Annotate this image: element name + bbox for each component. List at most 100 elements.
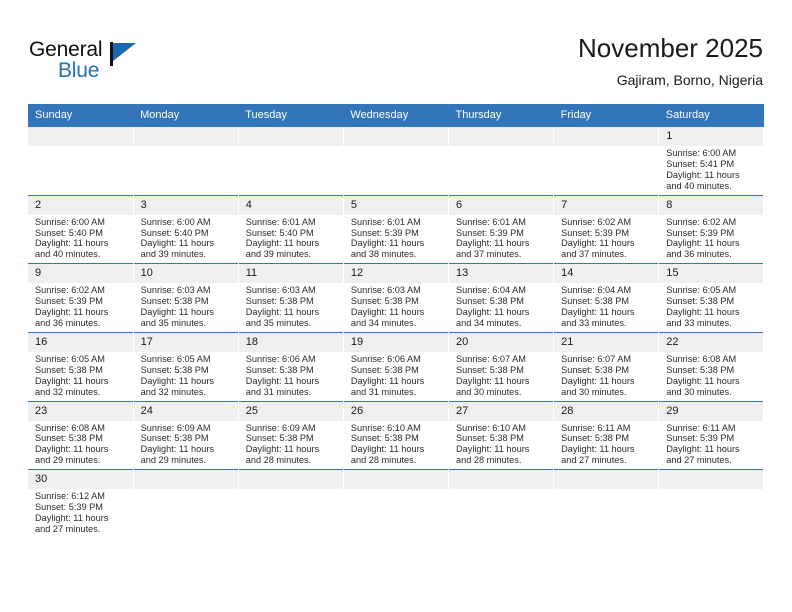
sunset-text: Sunset: 5:38 PM — [140, 433, 209, 444]
sunset-text: Sunset: 5:38 PM — [456, 433, 524, 444]
calendar-day-cell[interactable]: 30 Sunrise: 6:12 AM Sunset: 5:39 PM Dayligh… — [28, 469, 134, 538]
day-sun-info: Sunrise: 6:07 AM Sunset: 5:38 PM Daylight:… — [554, 352, 658, 401]
sunrise-text: Sunrise: 6:10 AM — [350, 422, 421, 433]
calendar-day-cell[interactable]: 28 Sunrise: 6:11 AM Sunset: 5:38 PM Dayligh… — [553, 400, 660, 470]
sunrise-text: Sunrise: 6:07 AM — [561, 353, 632, 364]
calendar-day-cell[interactable]: 16 Sunrise: 6:05 AM Sunset: 5:38 PM Dayligh… — [28, 331, 134, 401]
day-number: 7 — [554, 195, 659, 215]
weekday-header-sunday: Sunday — [28, 104, 134, 127]
sunrise-text: Sunrise: 6:02 AM — [35, 285, 105, 296]
calendar-day-cell[interactable]: 7 Sunrise: 6:02 AM Sunset: 5:39 PM Daylight… — [553, 194, 660, 264]
daylight-text-line1: Daylight: 11 hours — [35, 512, 109, 523]
calendar-day-cell[interactable]: 6 Sunrise: 6:01 AM Sunset: 5:39 PM Daylight… — [448, 194, 555, 264]
calendar-day-cell[interactable]: 4 Sunrise: 6:01 AM Sunset: 5:40 PM Daylight… — [238, 194, 344, 264]
calendar-day-cell[interactable]: 29 Sunrise: 6:11 AM Sunset: 5:39 PM Dayligh… — [658, 400, 765, 470]
sunset-text: Sunset: 5:39 PM — [35, 296, 103, 307]
day-number — [238, 127, 343, 146]
calendar-day-cell[interactable]: 19 Sunrise: 6:06 AM Sunset: 5:38 PM Dayligh… — [343, 331, 450, 401]
calendar-day-cell[interactable]: 21 Sunrise: 6:07 AM Sunset: 5:38 PM Dayligh… — [553, 331, 660, 401]
sunrise-text: Sunrise: 6:03 AM — [245, 285, 316, 296]
calendar-day-cell-empty — [343, 127, 450, 196]
day-sun-info: Sunrise: 6:05 AM Sunset: 5:38 PM Daylight:… — [134, 352, 238, 401]
calendar-day-cell[interactable]: 15 Sunrise: 6:05 AM Sunset: 5:38 PM Dayligh… — [658, 263, 765, 333]
sunrise-text: Sunrise: 6:05 AM — [35, 353, 105, 364]
calendar-day-cell[interactable]: 25 Sunrise: 6:09 AM Sunset: 5:38 PM Dayligh… — [238, 400, 344, 470]
day-sun-info: Sunrise: 6:03 AM Sunset: 5:38 PM Daylight:… — [344, 283, 448, 332]
weekday-header-row: Sunday Monday Tuesday Wednesday Thursday… — [28, 104, 764, 127]
calendar-day-cell[interactable]: 5 Sunrise: 6:01 AM Sunset: 5:39 PM Daylight… — [343, 194, 450, 264]
calendar-day-cell-empty — [553, 127, 660, 196]
calendar-day-cell[interactable]: 14 Sunrise: 6:04 AM Sunset: 5:38 PM Dayligh… — [553, 263, 660, 333]
daylight-text-line1: Daylight: 11 hours — [666, 238, 740, 249]
day-number: 29 — [659, 401, 764, 421]
calendar-day-cell[interactable]: 11 Sunrise: 6:03 AM Sunset: 5:38 PM Dayligh… — [238, 263, 344, 333]
calendar-day-cell[interactable]: 3 Sunrise: 6:00 AM Sunset: 5:40 PM Daylight… — [133, 194, 239, 264]
daylight-text-line2: and 28 minutes. — [350, 455, 417, 466]
calendar-day-cell-empty — [238, 127, 344, 196]
daylight-text-line2: and 31 minutes. — [245, 386, 312, 397]
daylight-text-line2: and 32 minutes. — [140, 386, 207, 397]
calendar-day-cell-empty — [553, 469, 660, 538]
day-number: 27 — [449, 401, 554, 421]
day-number: 10 — [133, 264, 238, 284]
day-sun-info: Sunrise: 6:01 AM Sunset: 5:39 PM Daylight:… — [449, 215, 553, 264]
day-number: 12 — [343, 264, 448, 284]
day-number — [554, 470, 659, 490]
sunrise-text: Sunrise: 6:01 AM — [350, 216, 421, 227]
calendar-day-cell[interactable]: 12 Sunrise: 6:03 AM Sunset: 5:38 PM Dayligh… — [343, 263, 450, 333]
calendar-day-cell[interactable]: 10 Sunrise: 6:03 AM Sunset: 5:38 PM Dayligh… — [133, 263, 239, 333]
page-title: November 2025 — [578, 33, 763, 63]
sunrise-text: Sunrise: 6:05 AM — [666, 285, 737, 296]
calendar-day-cell[interactable]: 22 Sunrise: 6:08 AM Sunset: 5:38 PM Dayligh… — [658, 331, 765, 401]
calendar-day-cell[interactable]: 23 Sunrise: 6:08 AM Sunset: 5:38 PM Dayligh… — [28, 400, 134, 470]
sunset-text: Sunset: 5:38 PM — [140, 296, 209, 307]
calendar-day-cell[interactable]: 1 Sunrise: 6:00 AM Sunset: 5:41 PM Daylight… — [658, 127, 765, 196]
sunset-text: Sunset: 5:38 PM — [456, 364, 524, 375]
sunset-text: Sunset: 5:41 PM — [666, 158, 735, 169]
daylight-text-line1: Daylight: 11 hours — [561, 307, 635, 318]
calendar-day-cell[interactable]: 24 Sunrise: 6:09 AM Sunset: 5:38 PM Dayligh… — [133, 400, 239, 470]
daylight-text-line1: Daylight: 11 hours — [350, 238, 425, 249]
day-number — [449, 127, 554, 146]
daylight-text-line1: Daylight: 11 hours — [456, 375, 530, 386]
calendar-day-cell[interactable]: 17 Sunrise: 6:05 AM Sunset: 5:38 PM Dayligh… — [133, 331, 239, 401]
calendar-day-cell[interactable]: 8 Sunrise: 6:02 AM Sunset: 5:39 PM Daylight… — [658, 194, 765, 264]
day-number: 5 — [343, 195, 448, 215]
daylight-text-line1: Daylight: 11 hours — [350, 375, 425, 386]
calendar-day-cell[interactable]: 18 Sunrise: 6:06 AM Sunset: 5:38 PM Dayligh… — [238, 331, 344, 401]
daylight-text-line2: and 33 minutes. — [666, 317, 732, 328]
sunset-text: Sunset: 5:39 PM — [666, 433, 735, 444]
day-sun-info: Sunrise: 6:07 AM Sunset: 5:38 PM Daylight:… — [449, 352, 553, 401]
sunrise-text: Sunrise: 6:11 AM — [666, 422, 736, 433]
calendar-day-cell[interactable]: 9 Sunrise: 6:02 AM Sunset: 5:39 PM Daylight… — [28, 263, 134, 333]
sunrise-text: Sunrise: 6:11 AM — [561, 422, 631, 433]
calendar-day-cell-empty — [133, 469, 239, 538]
weekday-header-tuesday: Tuesday — [238, 104, 344, 127]
calendar-day-cell[interactable]: 26 Sunrise: 6:10 AM Sunset: 5:38 PM Dayligh… — [343, 400, 450, 470]
day-number: 16 — [28, 332, 133, 352]
calendar-week-row: 1 Sunrise: 6:00 AM Sunset: 5:41 PM Daylight… — [28, 127, 765, 196]
daylight-text-line1: Daylight: 11 hours — [245, 238, 320, 249]
calendar-grid: Sunday Monday Tuesday Wednesday Thursday… — [28, 104, 765, 538]
calendar-day-cell[interactable]: 13 Sunrise: 6:04 AM Sunset: 5:38 PM Dayligh… — [448, 263, 555, 333]
sunrise-text: Sunrise: 6:07 AM — [456, 353, 526, 364]
day-number: 17 — [133, 332, 238, 352]
sunset-text: Sunset: 5:39 PM — [561, 227, 630, 238]
calendar-day-cell[interactable]: 20 Sunrise: 6:07 AM Sunset: 5:38 PM Dayligh… — [448, 331, 555, 401]
calendar-day-cell[interactable]: 2 Sunrise: 6:00 AM Sunset: 5:40 PM Daylight… — [28, 194, 134, 264]
sunrise-text: Sunrise: 6:00 AM — [35, 216, 105, 227]
calendar-day-cell[interactable]: 27 Sunrise: 6:10 AM Sunset: 5:38 PM Dayligh… — [448, 400, 555, 470]
calendar-day-cell-empty — [133, 127, 239, 196]
sunset-text: Sunset: 5:38 PM — [561, 296, 630, 307]
day-sun-info: Sunrise: 6:00 AM Sunset: 5:41 PM Daylight:… — [659, 146, 763, 195]
day-number: 25 — [238, 401, 343, 421]
daylight-text-line2: and 36 minutes. — [666, 249, 732, 260]
daylight-text-line2: and 27 minutes. — [561, 455, 627, 466]
sunrise-text: Sunrise: 6:05 AM — [140, 353, 211, 364]
general-blue-logo[interactable]: General Blue — [29, 38, 159, 90]
day-number — [28, 127, 133, 146]
daylight-text-line2: and 40 minutes. — [35, 249, 101, 260]
day-number: 23 — [28, 401, 133, 421]
day-sun-info: Sunrise: 6:12 AM Sunset: 5:39 PM Daylight:… — [28, 489, 133, 538]
sunset-text: Sunset: 5:38 PM — [350, 433, 419, 444]
